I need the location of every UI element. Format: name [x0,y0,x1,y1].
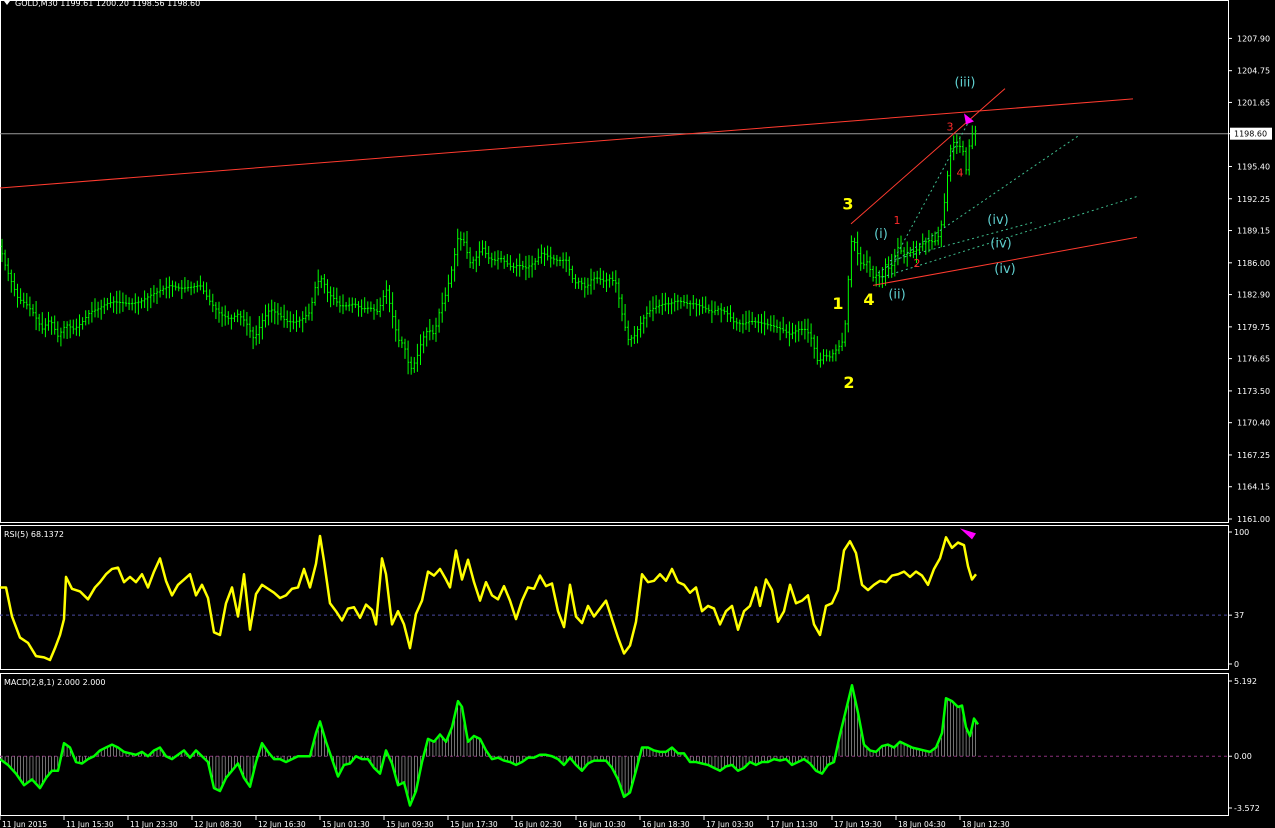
wave-label: 1 [894,214,901,227]
wave-label: (iv) [994,262,1015,277]
rsi-tick-label: 100 [1234,528,1249,537]
price-tick-label: 1182.90 [1237,291,1270,300]
trading-chart[interactable]: GOLD,M30 1199.61 1200.20 1198.56 1198.60… [0,0,1275,828]
price-tick-label: 1176.65 [1237,355,1270,364]
wave-label: (ii) [888,288,905,303]
wave-label: 2 [914,257,921,270]
macd-tick-label: 0.00 [1234,752,1252,761]
price-tick-label: 1201.65 [1237,98,1270,107]
time-tick-label: 15 Jun 09:30 [386,820,434,828]
time-tick-label: 17 Jun 11:30 [770,820,818,828]
time-tick-label: 15 Jun 01:30 [322,820,370,828]
price-tick-label: 1167.25 [1237,451,1270,460]
macd-tick-label: -3.572 [1234,804,1260,813]
time-tick-label: 11 Jun 23:30 [130,820,178,828]
time-tick-label: 17 Jun 19:30 [834,820,882,828]
price-tick-label: 1195.40 [1237,162,1270,171]
wave-label: 1 [832,294,843,313]
time-tick-label: 11 Jun 2015 [2,820,47,828]
price-tick-label: 1186.00 [1237,259,1270,268]
time-tick-label: 18 Jun 12:30 [962,820,1010,828]
wave-label: 2 [843,373,854,392]
wave-label: (i) [874,227,888,242]
symbol-title: GOLD,M30 1199.61 1200.20 1198.56 1198.60 [15,0,200,8]
wave-label: (iv) [990,236,1011,251]
price-tick-label: 1161.00 [1237,515,1270,524]
wave-label: (iv) [987,213,1008,228]
time-tick-label: 15 Jun 17:30 [450,820,498,828]
wave-label: (iii) [955,76,976,91]
price-tick-label: 1207.90 [1237,34,1270,43]
wave-label: 4 [863,290,874,309]
macd-title: MACD(2,8,1) 2.000 2.000 [4,678,105,687]
rsi-tick-label: 0 [1234,660,1239,669]
price-tick-label: 1170.40 [1237,419,1270,428]
wave-label: 4 [957,167,964,180]
time-tick-label: 17 Jun 03:30 [706,820,754,828]
wave-label: 3 [947,121,954,134]
price-tick-label: 1189.15 [1237,227,1270,236]
time-tick-label: 11 Jun 15:30 [66,820,114,828]
macd-tick-label: 5.192 [1234,677,1257,686]
price-tick-label: 1164.15 [1237,483,1270,492]
current-price-label: 1198.60 [1234,130,1267,139]
rsi-title: RSI(5) 68.1372 [4,530,64,539]
price-tick-label: 1179.75 [1237,323,1270,332]
price-tick-label: 1173.50 [1237,387,1270,396]
time-tick-label: 16 Jun 10:30 [578,820,626,828]
price-tick-label: 1192.25 [1237,195,1270,204]
price-tick-label: 1204.75 [1237,67,1270,76]
chart-background [0,0,1275,828]
time-tick-label: 16 Jun 18:30 [642,820,690,828]
time-tick-label: 12 Jun 08:30 [194,820,242,828]
time-tick-label: 16 Jun 02:30 [514,820,562,828]
time-tick-label: 12 Jun 16:30 [258,820,306,828]
time-tick-label: 18 Jun 04:30 [898,820,946,828]
wave-label: 3 [842,195,853,214]
rsi-tick-label: 37 [1234,611,1244,620]
